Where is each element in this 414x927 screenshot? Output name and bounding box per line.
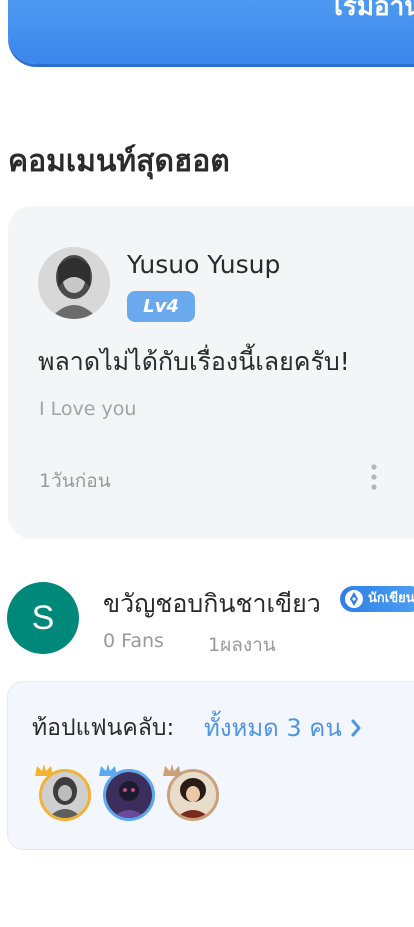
level-badge: Lv4 bbox=[127, 291, 195, 322]
crown-icon bbox=[35, 764, 53, 776]
author-fans-count: 0 Fans bbox=[103, 630, 164, 652]
page: เริ่มอ่าน คอมเมนท์สุดฮอต Yusuo Yusup Lv4… bbox=[0, 0, 414, 927]
crown-icon bbox=[99, 764, 117, 776]
writer-badge-label: นักเขียน bbox=[368, 591, 414, 606]
comment-card[interactable]: Yusuo Yusup Lv4 พลาดไม่ได้กับเรื่องนี้เล… bbox=[8, 206, 414, 539]
avatar[interactable] bbox=[38, 247, 110, 319]
fan-club-all-link[interactable]: ทั้งหมด 3 คน bbox=[204, 708, 362, 747]
fan-club-label: ท้อปแฟนคลับ: bbox=[32, 715, 175, 741]
fan-avatar[interactable] bbox=[35, 764, 91, 821]
fan-photo-icon bbox=[106, 772, 152, 818]
user-photo-icon bbox=[38, 247, 110, 319]
comment-subtext: I Love you bbox=[39, 398, 137, 420]
comment-text: พลาดไม่ได้กับเรื่องนี้เลยครับ! bbox=[38, 347, 350, 376]
author-name[interactable]: ขวัญชอบกินชาเขียว bbox=[103, 584, 321, 624]
comment-timestamp: 1วันก่อน bbox=[39, 470, 111, 492]
fan-club-card: ท้อปแฟนคลับ: ทั้งหมด 3 คน bbox=[7, 681, 414, 850]
fan-avatar[interactable] bbox=[99, 764, 155, 821]
quill-icon bbox=[345, 590, 363, 608]
fan-photo-icon bbox=[42, 772, 88, 818]
more-options-icon[interactable] bbox=[366, 462, 382, 492]
hot-comments-title: คอมเมนท์สุดฮอต bbox=[8, 144, 230, 179]
fan-photo-icon bbox=[170, 772, 216, 818]
author-works-count: 1ผลงาน bbox=[208, 634, 276, 656]
start-reading-label: เริ่มอ่าน bbox=[334, 0, 414, 22]
comment-author-name[interactable]: Yusuo Yusup bbox=[127, 250, 280, 279]
start-reading-button[interactable]: เริ่มอ่าน bbox=[8, 0, 414, 64]
writer-badge: นักเขียน bbox=[340, 586, 414, 612]
crown-icon bbox=[163, 764, 181, 776]
chevron-right-icon bbox=[351, 719, 361, 736]
fan-avatar[interactable] bbox=[163, 764, 219, 821]
author-avatar[interactable]: S bbox=[7, 582, 79, 654]
fan-club-all-text: ทั้งหมด 3 คน bbox=[204, 714, 342, 742]
